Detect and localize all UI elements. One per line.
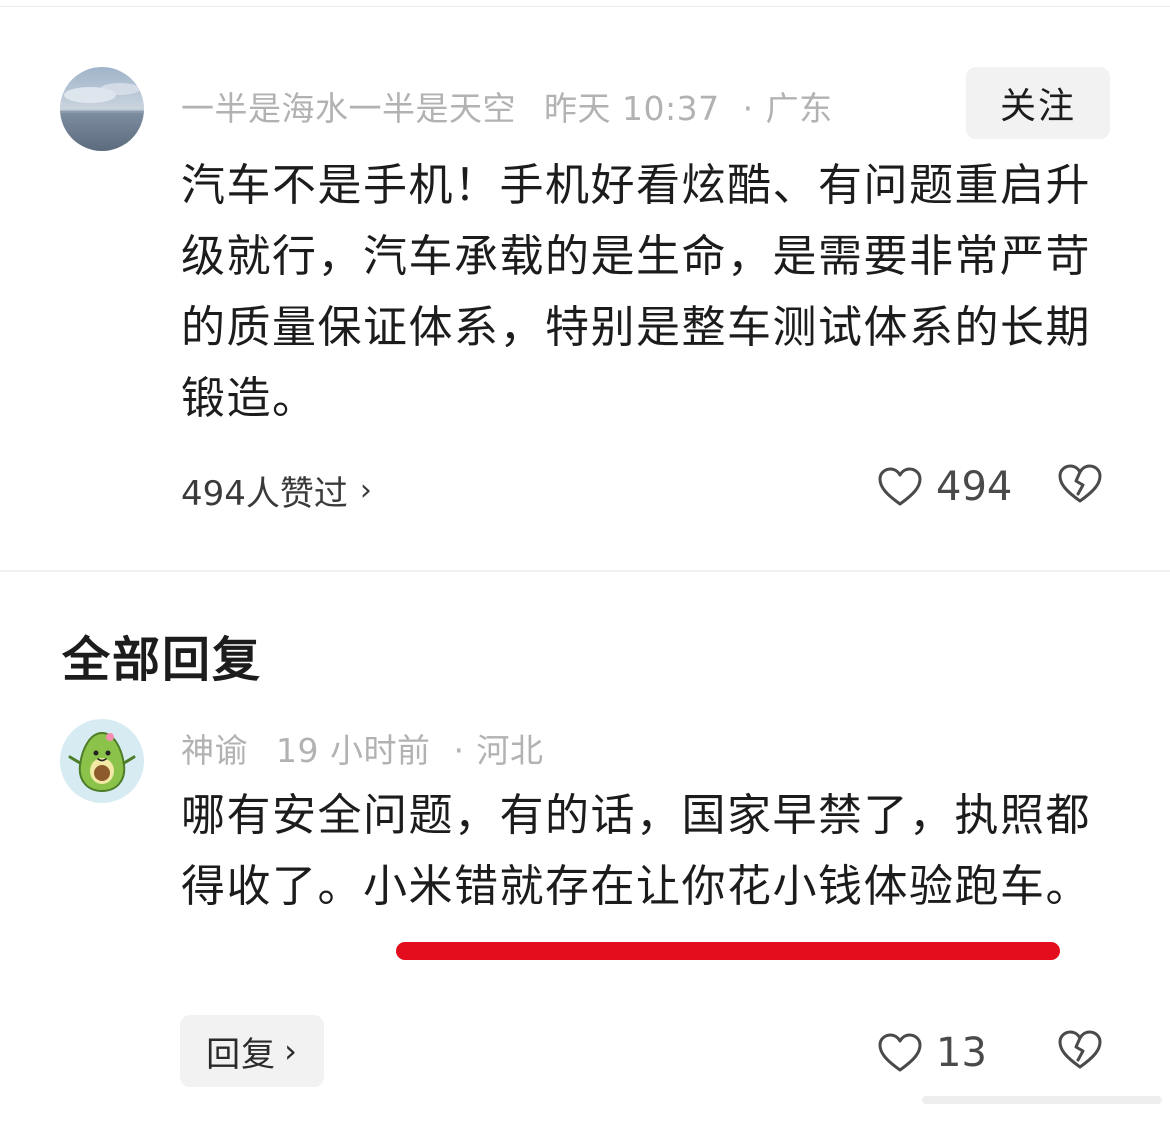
chevron-right-icon: ›: [284, 1032, 298, 1070]
heart-outline-icon: [878, 467, 922, 506]
dislike-button[interactable]: [1058, 464, 1102, 504]
broken-heart-icon: [1058, 1030, 1102, 1069]
reply-timestamp: 19 小时前: [276, 731, 431, 770]
reply-text: 哪有安全问题，有的话，国家早禁了，执照都得收了。小米错就存在让你花小钱体验跑车。: [181, 790, 1091, 912]
reply-like-count: 13: [936, 1030, 987, 1076]
reply-button-label: 回复: [206, 1034, 277, 1075]
reply-location: 河北: [476, 731, 544, 770]
reply-dislike-button[interactable]: [1058, 1030, 1102, 1070]
reply-button[interactable]: 回复 ›: [180, 1015, 324, 1087]
follow-button[interactable]: 关注: [966, 67, 1110, 139]
reply-like-button[interactable]: 13: [878, 1030, 987, 1076]
section-divider: [0, 570, 1170, 572]
top-divider: [0, 6, 1170, 7]
meta-separator: ·: [742, 89, 754, 128]
like-count: 494: [936, 464, 1013, 510]
watermark-logo: [922, 1096, 1162, 1104]
red-highlight-stroke: [396, 942, 1060, 960]
heart-outline-icon: [878, 1033, 922, 1072]
location: 广东: [765, 89, 833, 128]
reply-username[interactable]: 神谕: [181, 731, 248, 770]
comment-meta: 一半是海水一半是天空 昨天 10:37 · 广东: [181, 82, 833, 130]
broken-heart-icon: [1058, 464, 1102, 503]
timestamp: 昨天 10:37: [544, 89, 720, 128]
all-replies-title: 全部回复: [62, 632, 263, 688]
reply-meta: 神谕 19 小时前 · 河北: [181, 724, 543, 772]
user-avatar[interactable]: [60, 67, 144, 151]
liked-by-label: 494人赞过: [181, 474, 348, 514]
comment-text: 汽车不是手机！手机好看炫酷、有问题重启升级就行，汽车承载的是生命，是需要非常严苛…: [181, 160, 1091, 424]
seascape-avatar-image: [60, 67, 144, 151]
like-button[interactable]: 494: [878, 464, 1012, 510]
avocado-avatar-image: [60, 719, 144, 803]
liked-by-link[interactable]: 494人赞过 ›: [181, 466, 372, 515]
username[interactable]: 一半是海水一半是天空: [181, 89, 516, 128]
meta-separator: ·: [453, 731, 465, 770]
reply-user-avatar[interactable]: [60, 719, 144, 803]
chevron-right-icon: ›: [359, 473, 372, 508]
